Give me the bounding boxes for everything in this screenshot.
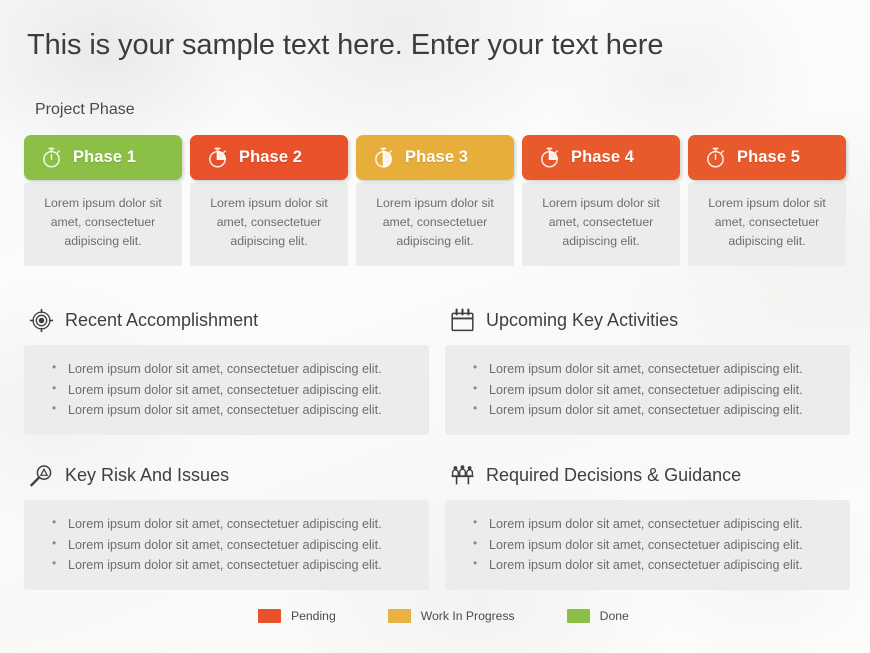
stopwatch-icon [371, 145, 396, 170]
legend-label: Done [599, 609, 629, 623]
calendar-icon [450, 308, 475, 333]
section-key-risk-and-issues: Key Risk And Issues Lorem ipsum dolor sit… [24, 458, 429, 590]
phase-name-label: Phase 1 [73, 148, 137, 166]
legend-color-swatch [258, 609, 281, 623]
section-header: Required Decisions & Guidance [445, 458, 850, 492]
legend-item: Done [566, 609, 629, 623]
list-item: Lorem ipsum dolor sit amet, consectetuer… [46, 534, 413, 556]
list-item: Lorem ipsum dolor sit amet, consectetuer… [46, 513, 413, 535]
presentation-slide: This is your sample text here. Enter you… [0, 0, 870, 653]
section-title: Required Decisions & Guidance [486, 464, 742, 485]
phase-card: Phase 5 Lorem ipsum dolor sit amet, conse… [688, 135, 846, 266]
phase-description-panel: Lorem ipsum dolor sit amet, consectetuer… [24, 183, 182, 266]
magnifier-warning-icon [29, 463, 54, 488]
list-item: Lorem ipsum dolor sit amet, consectetuer… [467, 554, 834, 576]
page-title: This is your sample text here. Enter you… [27, 29, 664, 61]
list-item: Lorem ipsum dolor sit amet, consectetuer… [467, 358, 834, 380]
phase-card: Phase 3 Lorem ipsum dolor sit amet, conse… [356, 135, 514, 266]
phase-card: Phase 1 Lorem ipsum dolor sit amet, conse… [24, 135, 182, 266]
phase-card: Phase 4 Lorem ipsum dolor sit amet, conse… [522, 135, 680, 266]
phase-name-label: Phase 2 [239, 148, 303, 166]
legend-color-swatch [566, 609, 590, 623]
section-title: Recent Accomplishment [65, 309, 259, 330]
project-phase-row: Phase 1 Lorem ipsum dolor sit amet, conse… [24, 135, 846, 266]
phase-description-text: Lorem ipsum dolor sit amet, consectetuer… [376, 195, 494, 249]
phase-header-5[interactable]: Phase 5 [688, 135, 846, 180]
phase-header-2[interactable]: Phase 2 [190, 135, 348, 180]
list-item: Lorem ipsum dolor sit amet, consectetuer… [46, 554, 413, 576]
section-required-decisions-guidance: Required Decisions & Guidance Lorem ipsum… [445, 458, 850, 590]
section-content-panel: Lorem ipsum dolor sit amet, consectetuer… [445, 500, 850, 590]
target-crosshair-icon [29, 308, 54, 333]
list-item: Lorem ipsum dolor sit amet, consectetuer… [46, 358, 413, 380]
phase-name-label: Phase 3 [405, 148, 469, 166]
section-content-panel: Lorem ipsum dolor sit amet, consectetuer… [24, 345, 429, 435]
phase-header-4[interactable]: Phase 4 [522, 135, 680, 180]
legend-item: Pending [258, 609, 336, 623]
list-item: Lorem ipsum dolor sit amet, consectetuer… [46, 379, 413, 401]
stopwatch-icon [537, 145, 562, 170]
project-phase-label: Project Phase [35, 101, 135, 118]
section-upcoming-key-activities: Upcoming Key Activities Lorem ipsum dolor… [445, 303, 850, 435]
bullet-list: Lorem ipsum dolor sit amet, consectetuer… [46, 513, 413, 576]
phase-description-text: Lorem ipsum dolor sit amet, consectetuer… [44, 195, 162, 249]
section-content-panel: Lorem ipsum dolor sit amet, consectetuer… [445, 345, 850, 435]
phase-description-panel: Lorem ipsum dolor sit amet, consectetuer… [190, 183, 348, 266]
bullet-list: Lorem ipsum dolor sit amet, consectetuer… [467, 513, 834, 576]
section-title: Upcoming Key Activities [486, 309, 679, 330]
list-item: Lorem ipsum dolor sit amet, consectetuer… [46, 399, 413, 421]
phase-card: Phase 2 Lorem ipsum dolor sit amet, conse… [190, 135, 348, 266]
section-header: Key Risk And Issues [24, 458, 429, 492]
list-item: Lorem ipsum dolor sit amet, consectetuer… [467, 399, 834, 421]
section-header: Upcoming Key Activities [445, 303, 850, 337]
meeting-table-icon [450, 463, 475, 488]
stopwatch-icon [703, 145, 728, 170]
legend-label: Work In Progress [420, 609, 515, 623]
bullet-list: Lorem ipsum dolor sit amet, consectetuer… [467, 358, 834, 421]
list-item: Lorem ipsum dolor sit amet, consectetuer… [467, 379, 834, 401]
bullet-list: Lorem ipsum dolor sit amet, consectetuer… [46, 358, 413, 421]
phase-description-panel: Lorem ipsum dolor sit amet, consectetuer… [522, 183, 680, 266]
legend-item: Work In Progress [387, 609, 515, 623]
list-item: Lorem ipsum dolor sit amet, consectetuer… [467, 534, 834, 556]
phase-description-panel: Lorem ipsum dolor sit amet, consectetuer… [688, 183, 846, 266]
section-recent-accomplishment: Recent Accomplishment Lorem ipsum dolor s… [24, 303, 429, 435]
phase-name-label: Phase 4 [571, 148, 635, 166]
phase-header-1[interactable]: Phase 1 [24, 135, 182, 180]
list-item: Lorem ipsum dolor sit amet, consectetuer… [467, 513, 834, 535]
stopwatch-icon [39, 145, 64, 170]
phase-description-panel: Lorem ipsum dolor sit amet, consectetuer… [356, 183, 514, 266]
status-legend: Pending Work In Progress Done [258, 609, 629, 623]
phase-description-text: Lorem ipsum dolor sit amet, consectetuer… [708, 195, 826, 249]
stopwatch-icon [205, 145, 230, 170]
phase-description-text: Lorem ipsum dolor sit amet, consectetuer… [210, 195, 328, 249]
legend-color-swatch [387, 609, 411, 623]
phase-name-label: Phase 5 [737, 148, 801, 166]
section-header: Recent Accomplishment [24, 303, 429, 337]
phase-header-3[interactable]: Phase 3 [356, 135, 514, 180]
phase-description-text: Lorem ipsum dolor sit amet, consectetuer… [542, 195, 660, 249]
legend-label: Pending [291, 609, 336, 623]
section-content-panel: Lorem ipsum dolor sit amet, consectetuer… [24, 500, 429, 590]
section-title: Key Risk And Issues [65, 464, 230, 485]
